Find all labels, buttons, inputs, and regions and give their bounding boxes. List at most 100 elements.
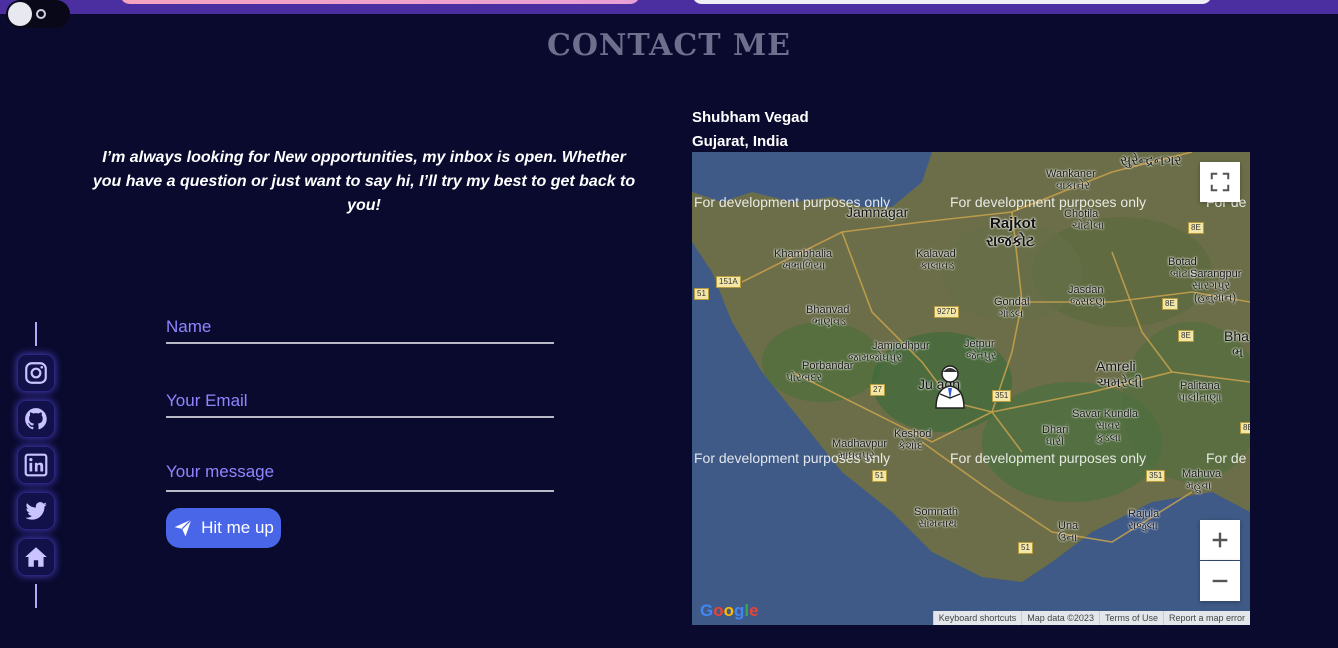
google-logo[interactable]: Google — [700, 601, 759, 621]
twitter-icon — [25, 502, 47, 520]
map-label: Rajula — [1128, 508, 1160, 520]
fullscreen-button[interactable] — [1200, 162, 1240, 202]
email-input[interactable] — [166, 388, 554, 414]
contact-form — [166, 310, 554, 532]
map-label: Khambhalia — [774, 248, 833, 260]
map-label: Chotila — [1064, 208, 1099, 220]
send-icon — [174, 519, 192, 537]
map-label: (હનુમાન) — [1194, 292, 1236, 304]
map-label: ગોંડલ — [998, 308, 1024, 320]
map-label: સોમનાથ — [918, 518, 957, 530]
dev-watermark: For development purposes only — [950, 450, 1147, 466]
home-icon — [25, 547, 47, 567]
social-sidebar — [14, 322, 58, 608]
divider-line-top — [35, 322, 37, 346]
map-label: Bha — [1224, 328, 1249, 344]
map-label: Una — [1058, 520, 1079, 532]
linkedin-link[interactable] — [17, 446, 55, 484]
map-label: ઉના — [1058, 532, 1078, 544]
divider-line-bottom — [35, 584, 37, 608]
map-terrain — [692, 152, 1250, 582]
submit-button[interactable]: Hit me up — [166, 508, 281, 548]
twitter-link[interactable] — [17, 492, 55, 530]
github-icon — [25, 408, 47, 430]
map-label: સાવર — [1096, 420, 1121, 432]
toggle-knob — [8, 2, 32, 26]
road-shield: 151A — [716, 276, 741, 288]
map-label: Keshod — [894, 428, 932, 440]
fullscreen-icon — [1210, 172, 1230, 192]
map-label: ખંભાળિયા — [782, 260, 826, 272]
minus-icon — [1212, 579, 1228, 583]
instagram-icon — [25, 362, 47, 384]
road-shield: 351 — [1146, 470, 1166, 482]
message-input[interactable] — [166, 462, 554, 488]
person-marker-icon[interactable] — [930, 364, 970, 412]
map-attribution: Keyboard shortcuts Map data ©2023 Terms … — [932, 611, 1250, 625]
map-label: Jasdan — [1068, 284, 1104, 296]
map-label: Dhari — [1042, 424, 1069, 436]
map-label: Rajkot — [990, 215, 1036, 232]
map-label: વાંકાનેર — [1056, 180, 1090, 192]
dev-watermark: For de — [1206, 450, 1247, 466]
map-label: પાલીતાણા — [1178, 392, 1222, 404]
zoom-in-button[interactable] — [1200, 520, 1240, 560]
github-link[interactable] — [17, 400, 55, 438]
zoom-out-button[interactable] — [1200, 561, 1240, 601]
road-shield: 51 — [1018, 542, 1033, 554]
road-shield: 8E — [1188, 222, 1204, 234]
map-owner-info: Shubham Vegad Gujarat, India — [692, 106, 809, 154]
road-shield: 927D — [934, 306, 960, 318]
map-label: જસદણ — [1070, 296, 1106, 308]
map-label: Porbandar — [802, 360, 854, 372]
theme-toggle[interactable] — [6, 0, 70, 28]
road-shield: 8E — [1178, 330, 1194, 342]
home-link[interactable] — [17, 538, 55, 576]
map-label: Wankaner — [1046, 168, 1096, 180]
map-label: Jamnagar — [846, 204, 909, 220]
linkedin-icon — [24, 453, 48, 477]
map-label: Jetpur — [964, 338, 995, 350]
map-data-text: Map data ©2023 — [1021, 611, 1099, 625]
section-title: CONTACT ME — [546, 28, 792, 63]
name-input[interactable] — [166, 314, 554, 340]
report-error-link[interactable]: Report a map error — [1162, 611, 1250, 625]
owner-location: Gujarat, India — [692, 133, 788, 150]
plus-icon — [1212, 532, 1228, 548]
map-label: Sarangpur — [1190, 268, 1242, 280]
map-label: Bhanvad — [806, 304, 850, 316]
submit-label: Hit me up — [201, 518, 274, 537]
map-label: Palitana — [1180, 380, 1220, 392]
map-label: પોરબંદર — [786, 372, 823, 384]
road-shield: 8E — [1240, 422, 1250, 434]
message-field-wrapper — [166, 458, 554, 492]
map-label: Kalavad — [916, 248, 956, 260]
terms-link[interactable]: Terms of Use — [1098, 611, 1163, 625]
map-label: જેતપુર — [966, 350, 997, 362]
map-label: ભાણવડ — [812, 316, 846, 328]
email-field-wrapper — [166, 384, 554, 418]
nav-pill-right[interactable] — [692, 0, 1212, 4]
google-map[interactable]: For development purposes only For develo… — [692, 152, 1250, 625]
road-shield: 351 — [992, 390, 1012, 402]
name-field-wrapper — [166, 310, 554, 344]
road-shield: 27 — [870, 384, 885, 396]
map-label: ચોટીલા — [1072, 220, 1105, 232]
top-navbar — [0, 0, 1338, 14]
map-label: Savar Kundla — [1072, 408, 1139, 420]
road-shield: 51 — [872, 470, 887, 482]
map-label: અમરેલી — [1096, 374, 1143, 390]
instagram-link[interactable] — [17, 354, 55, 392]
map-label: Mahuva — [1182, 468, 1222, 480]
map-label: સારંગપુર — [1192, 280, 1231, 292]
keyboard-shortcuts-link[interactable]: Keyboard shortcuts — [932, 611, 1022, 625]
map-label: Amreli — [1096, 358, 1136, 374]
map-label: જામજોધપુર — [848, 352, 902, 364]
road-shield: 51 — [694, 288, 709, 300]
owner-name: Shubham Vegad — [692, 109, 809, 126]
road-shield: 8E — [1162, 298, 1178, 310]
map-label: મહુવા — [1186, 480, 1212, 492]
map-label: ધારી — [1046, 436, 1065, 448]
nav-pill-left[interactable] — [120, 0, 640, 4]
map-label: કુંડલા — [1096, 432, 1121, 444]
